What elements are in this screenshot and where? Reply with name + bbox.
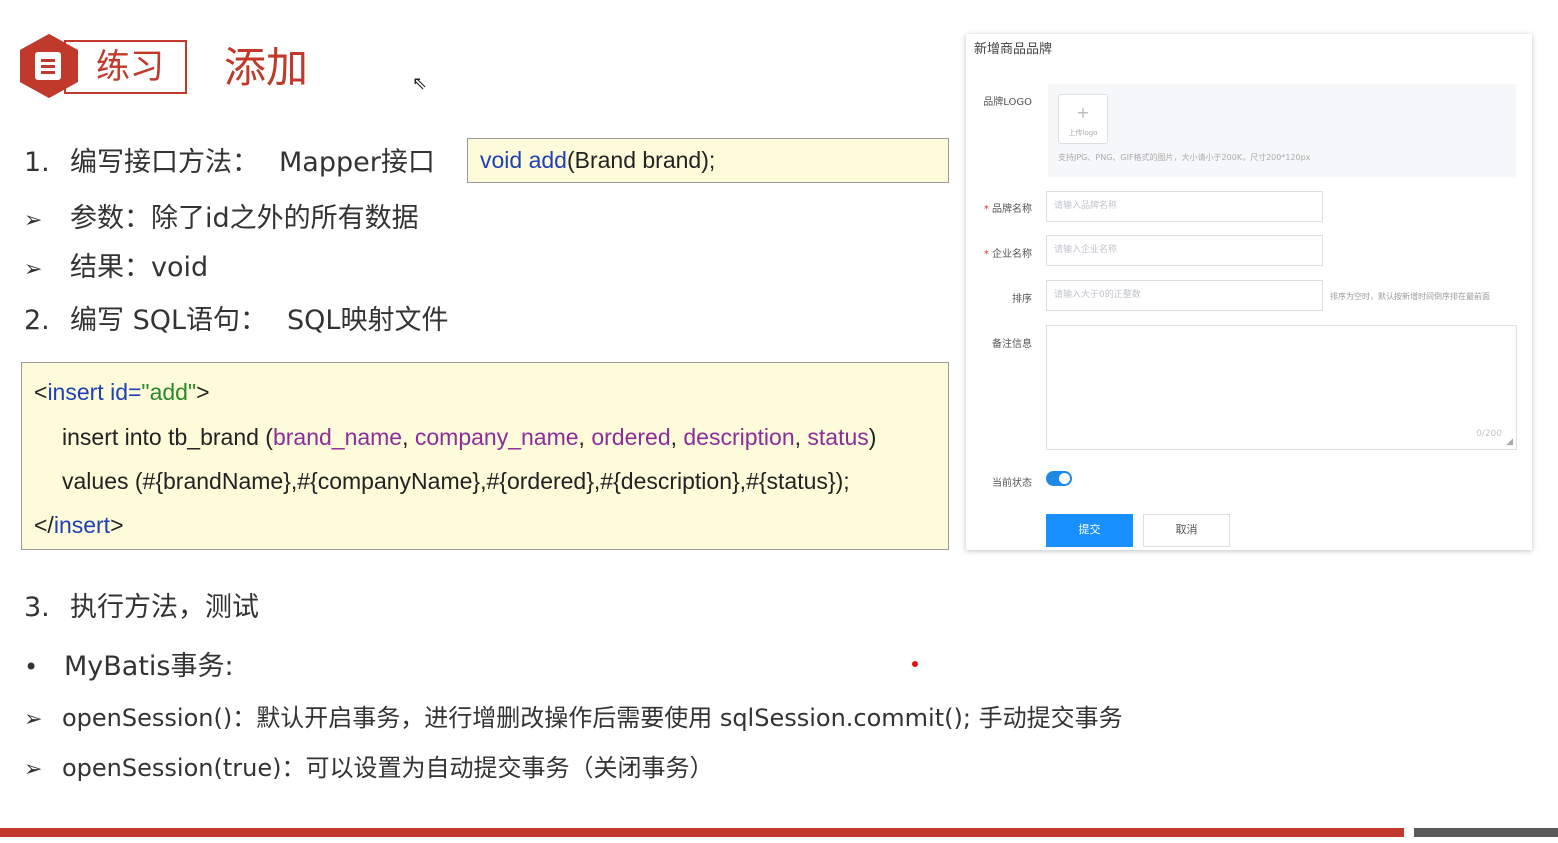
step3-line: 3. 执行方法，测试 [24, 585, 259, 624]
sql-line-close-tag: </insert> [34, 512, 124, 538]
step2-label: 编写 SQL语句： [70, 305, 268, 336]
mouse-cursor-icon: ⇖ [412, 73, 428, 94]
logo-upload-area: + 上传logo 支持JPG、PNG、GIF格式的图片，大小请小于200K，尺寸… [1048, 84, 1516, 177]
brand-name-input[interactable]: 请输入品牌名称 [1046, 191, 1323, 222]
sort-hint: 排序为空时，默认按新增时间倒序排在最前面 [1330, 292, 1490, 301]
transaction-item2: ➢ openSession(true)：可以设置为自动提交事务（关闭事务） [24, 748, 713, 783]
logo-upload-button[interactable]: + 上传logo [1058, 94, 1108, 144]
code-method-name: add [528, 147, 567, 173]
step3-number: 3. [24, 592, 50, 623]
transaction-item2-text: openSession(true)：可以设置为自动提交事务（关闭事务） [62, 754, 714, 782]
arrow-bullet-icon: ➢ [24, 707, 43, 732]
params-text: 参数：除了id之外的所有数据 [70, 203, 419, 234]
slide-title: 添加 [224, 43, 309, 92]
sql-line-values: values (#{brandName},#{companyName},#{or… [62, 468, 850, 494]
company-name-label: * 企业名称 [983, 249, 1032, 260]
step1-label: 编写接口方法： [70, 147, 259, 178]
form-title: 新增商品品牌 [974, 42, 1053, 57]
transaction-item1-text: openSession()：默认开启事务，进行增删改操作后需要使用 sqlSes… [62, 704, 1123, 732]
add-brand-form-panel: 新增商品品牌 品牌LOGO + 上传logo 支持JPG、PNG、GIF格式的图… [966, 34, 1532, 550]
step2-number: 2. [24, 305, 50, 336]
sql-line-open-tag: <insert id="add"> [34, 379, 210, 405]
company-name-input[interactable]: 请输入企业名称 [1046, 235, 1323, 266]
upload-caption: 上传logo [1068, 129, 1098, 137]
upload-hint: 支持JPG、PNG、GIF格式的图片，大小请小于200K，尺寸200*120px [1058, 153, 1311, 162]
transaction-title-line: • MyBatis事务: [24, 644, 234, 683]
params-line: ➢ 参数：除了id之外的所有数据 [24, 196, 419, 235]
step1-line: 1. 编写接口方法： Mapper接口 [24, 140, 435, 179]
arrow-bullet-icon: ➢ [24, 208, 43, 233]
footer-red-bar [0, 828, 1404, 837]
transaction-title: MyBatis事务: [64, 651, 234, 682]
result-line: ➢ 结果：void [24, 245, 208, 284]
sql-line-insert: insert into tb_brand (brand_name, compan… [62, 424, 877, 450]
step2-line: 2. 编写 SQL语句： SQL映射文件 [24, 298, 448, 337]
remark-textarea[interactable]: 0/200 ◢ [1046, 325, 1517, 450]
brand-name-label: * 品牌名称 [983, 204, 1032, 215]
step3-label: 执行方法，测试 [70, 592, 259, 623]
exercise-badge: 练习 [64, 40, 187, 94]
plus-icon: + [1076, 103, 1090, 122]
status-toggle-switch[interactable] [1046, 471, 1072, 486]
arrow-bullet-icon: ➢ [24, 757, 43, 782]
resize-grip-icon[interactable]: ◢ [1506, 437, 1513, 447]
sort-label: 排序 [1012, 294, 1032, 305]
step1-target: Mapper接口 [279, 147, 435, 178]
mapper-method-code: void add(Brand brand); [467, 138, 949, 183]
transaction-item1: ➢ openSession()：默认开启事务，进行增删改操作后需要使用 sqlSe… [24, 698, 1123, 733]
laser-pointer-dot [912, 661, 918, 667]
result-text: 结果：void [70, 252, 209, 283]
step2-target: SQL映射文件 [287, 305, 449, 336]
remark-char-count: 0/200 [1476, 429, 1502, 439]
sort-input[interactable]: 请输入大于0的正整数 [1046, 280, 1323, 311]
code-method-params: (Brand brand); [566, 147, 716, 173]
document-icon [35, 52, 61, 80]
code-return-type: void [480, 147, 523, 173]
dot-bullet-icon: • [24, 653, 39, 681]
arrow-bullet-icon: ➢ [24, 257, 43, 282]
footer-gray-bar [1414, 828, 1558, 837]
step1-number: 1. [24, 147, 50, 178]
status-label: 当前状态 [992, 478, 1032, 489]
cancel-button[interactable]: 取消 [1143, 514, 1230, 547]
sql-code-block: <insert id="add"> insert into tb_brand (… [21, 362, 949, 550]
remark-label: 备注信息 [992, 339, 1032, 350]
logo-label: 品牌LOGO [983, 97, 1032, 108]
submit-button[interactable]: 提交 [1046, 514, 1133, 547]
